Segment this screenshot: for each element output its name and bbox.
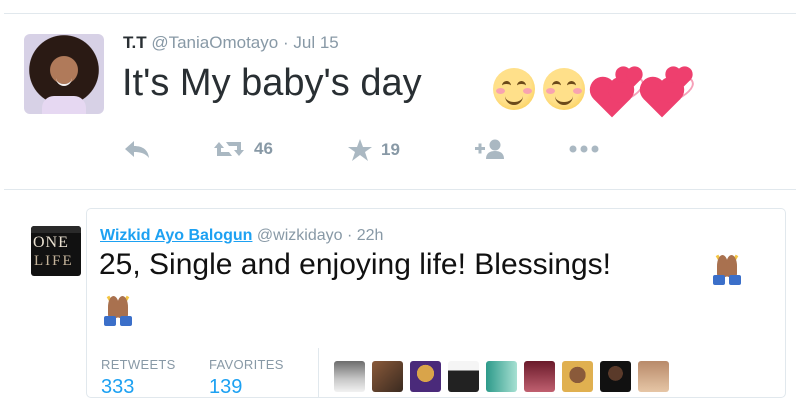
quoted-avatar[interactable]: ONE LIFE [31,226,81,276]
favoriter-avatar[interactable] [638,361,669,392]
separator: · [282,33,289,52]
stats-divider [318,348,319,398]
folded-hands-emoji [102,295,134,326]
revolving-hearts-emoji [642,64,699,118]
follow-button[interactable] [474,138,506,160]
section-divider [4,189,796,190]
top-divider [4,13,796,14]
retweet-icon [212,138,246,160]
favoriter-avatar[interactable] [600,361,631,392]
avatar-text-life: LIFE [34,253,74,269]
quoted-user-handle[interactable]: @wizkidayo [257,227,343,244]
avatar-text-one: ONE [33,234,69,251]
more-button[interactable] [567,138,601,160]
favorites-label: FAVORITES [209,357,284,372]
folded-hands-emoji [711,254,743,285]
quoted-header: Wizkid Ayo Balogun @wizkidayo · 22h [100,227,383,245]
favorite-count: 19 [381,140,400,159]
quoted-text: 25, Single and enjoying life! Blessings! [99,248,611,281]
avatar[interactable] [24,34,104,114]
separator: · [346,227,353,244]
retweets-value[interactable]: 333 [101,376,134,399]
favoriter-avatar[interactable] [334,361,365,392]
tweet-text: It's My baby's day [122,62,422,104]
smiling-face-emoji [543,68,585,110]
user-handle[interactable]: @TaniaOmotayo [151,33,278,52]
favorites-value[interactable]: 139 [209,376,242,399]
favoriter-avatar[interactable] [448,361,479,392]
user-name[interactable]: T.T [123,33,147,52]
quoted-user-name[interactable]: Wizkid Ayo Balogun [100,227,252,244]
favoriter-avatar[interactable] [562,361,593,392]
retweet-button[interactable]: 46 [212,138,273,160]
reply-icon [122,138,152,160]
quoted-time[interactable]: 22h [357,227,384,244]
follow-icon [474,138,506,160]
retweet-count: 46 [254,139,273,158]
favoriter-avatar[interactable] [486,361,517,392]
reply-button[interactable] [122,138,152,160]
more-icon [567,138,601,160]
favoriter-avatar[interactable] [372,361,403,392]
favoriter-avatar[interactable] [524,361,555,392]
favoriter-avatar[interactable] [410,361,441,392]
star-icon [347,138,373,162]
tweet-header: T.T @TaniaOmotayo · Jul 15 [123,33,339,53]
tweet-date[interactable]: Jul 15 [293,33,338,52]
smiling-face-emoji [493,68,535,110]
retweets-label: RETWEETS [101,357,176,372]
favorite-button[interactable]: 19 [347,138,400,162]
